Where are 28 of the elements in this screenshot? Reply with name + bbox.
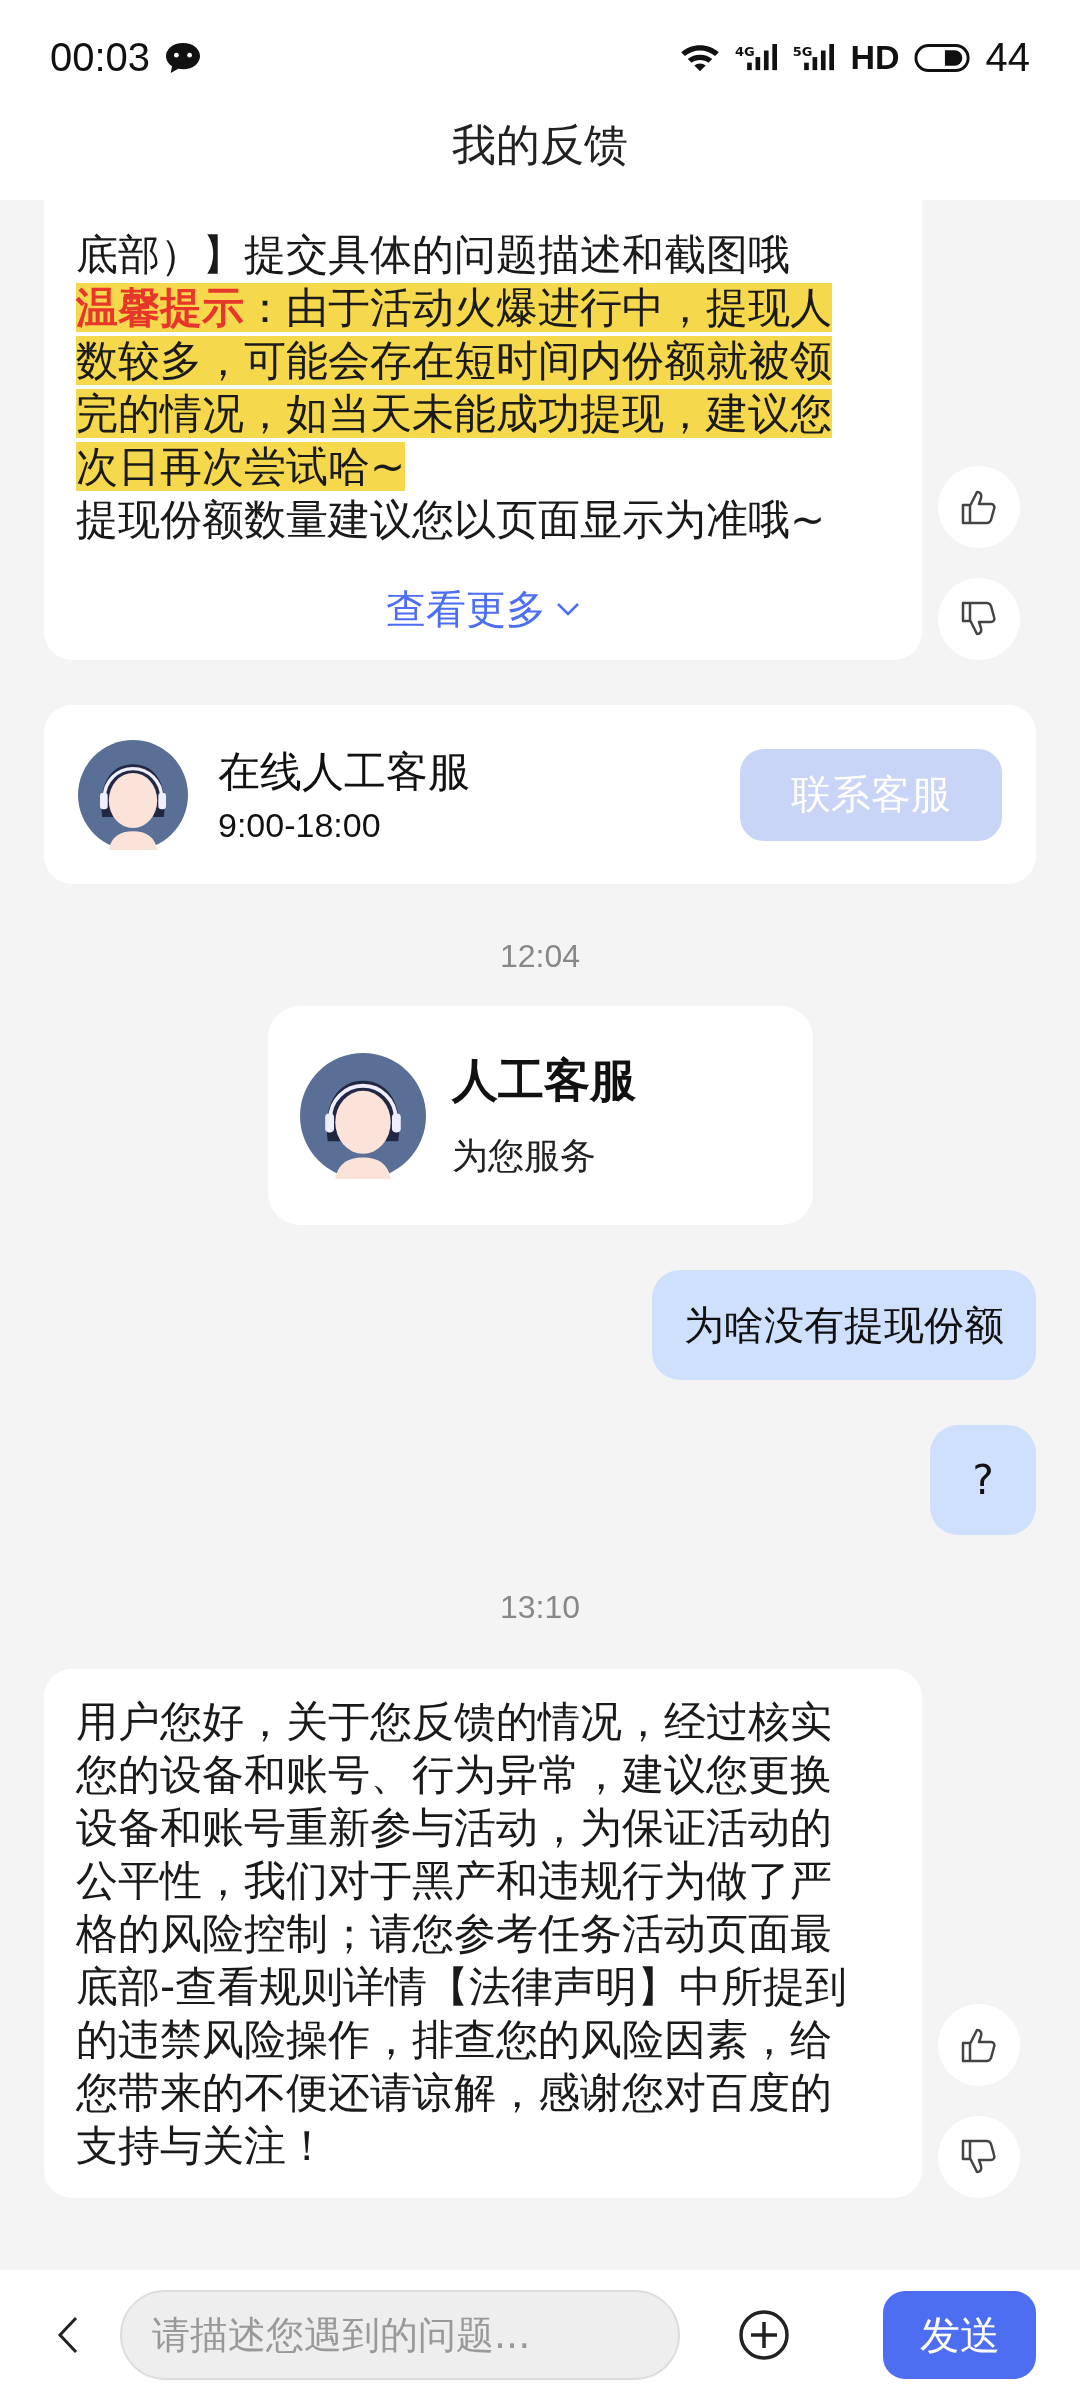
avatar-icon	[299, 1052, 426, 1179]
send-button[interactable]: 发送	[883, 2291, 1036, 2379]
message-text: 底部）】提交具体的问题描述和截图哦	[76, 229, 791, 281]
chat-icon	[164, 40, 203, 75]
message-text: 用户您好，关于您反馈的情况，经过核实您的设备和账号、行为异常，建议您更换设备和账号重新参与活动，为保证活动的公平性，我们对于黑产和违规行为做了严格的风险控制；请您参考任务活动页面最底部-查看规则详情【法律声明】中所提到的违禁风险操作，排查您的风险因素，给您带来的不便还请谅解，感谢您对百度的支持与关注！	[76, 1696, 849, 2172]
agent-title: 人工客服	[451, 1052, 636, 1109]
timestamp: 13:10	[499, 1588, 581, 1627]
add-icon[interactable]	[738, 2309, 790, 2361]
message-input[interactable]: 请描述您遇到的问题...	[120, 2290, 680, 2380]
network-label: 4G	[734, 43, 755, 59]
timestamp: 12:04	[499, 937, 581, 976]
message-text: 提现份额数量建议您以页面显示为准哦~	[76, 494, 827, 546]
user-message: ?	[930, 1425, 1036, 1535]
service-title: 在线人工客服	[218, 746, 471, 798]
avatar-icon	[78, 739, 188, 850]
hd-label: HD	[850, 38, 900, 77]
battery-icon	[913, 42, 972, 73]
network-label: 5G	[792, 43, 813, 59]
service-hours: 9:00-18:00	[218, 806, 382, 845]
back-icon[interactable]	[56, 2315, 80, 2355]
chevron-down-icon	[556, 602, 580, 616]
show-more-link[interactable]: 查看更多	[386, 584, 580, 634]
clock-time: 00:03	[50, 35, 151, 80]
page-title: 我的反馈	[452, 118, 628, 172]
tip-text: 温馨提示：由于活动火爆进行中，提现人数较多，可能会存在短时间内份额就被领完的情况，如当天未能成功提现，建议您次日再次尝试哈~	[76, 282, 833, 493]
agent-subtitle: 为您服务	[451, 1134, 597, 1178]
battery-level: 44	[985, 35, 1030, 80]
user-message: 为啥没有提现份额	[652, 1270, 1036, 1380]
